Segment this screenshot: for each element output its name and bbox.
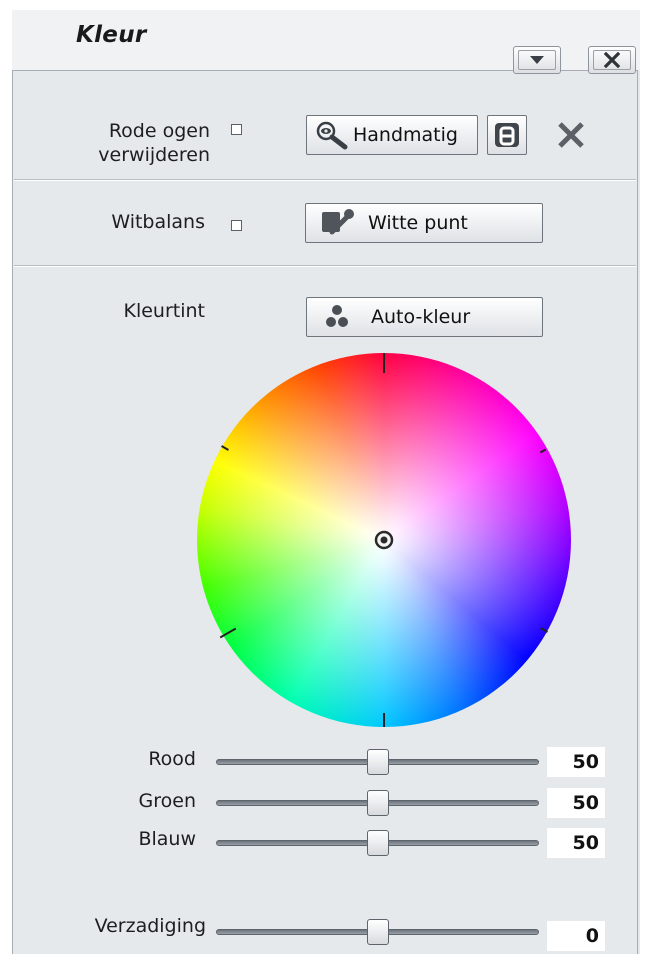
blue-slider-thumb[interactable] — [366, 830, 389, 856]
red-slider-thumb[interactable] — [366, 749, 389, 775]
tint-label: Kleurtint — [123, 300, 205, 322]
red-eye-checkbox[interactable] — [231, 124, 242, 135]
white-balance-checkbox[interactable] — [231, 220, 242, 231]
magnifier-eye-icon — [313, 120, 353, 150]
auto-color-label: Auto-kleur — [371, 306, 471, 328]
chevron-down-icon — [530, 56, 544, 64]
blue-value[interactable]: 50 — [547, 828, 605, 858]
eyedropper-icon — [316, 208, 360, 238]
reset-button[interactable] — [556, 120, 586, 150]
red-eye-label-line2: verwijderen — [98, 144, 210, 166]
collapse-button[interactable] — [513, 46, 561, 74]
red-eye-label: Rode ogen verwijderen — [60, 119, 210, 167]
green-label: Groen — [138, 790, 196, 812]
auto-a-icon — [495, 123, 519, 147]
panel-title: Kleur — [76, 22, 147, 48]
wheel-tick — [383, 713, 385, 727]
white-balance-label: Witbalans — [111, 211, 205, 233]
saturation-value[interactable]: 0 — [547, 921, 605, 951]
saturation-slider-thumb[interactable] — [366, 919, 389, 945]
blue-label: Blauw — [138, 828, 196, 850]
wheel-center-handle[interactable] — [373, 529, 395, 551]
divider — [14, 265, 636, 267]
divider — [14, 179, 636, 181]
auto-color-button[interactable]: Auto-kleur — [306, 297, 543, 337]
white-point-button[interactable]: Witte punt — [305, 203, 543, 243]
red-label: Rood — [148, 748, 196, 770]
saturation-label: Verzadiging — [94, 915, 206, 937]
close-x-icon — [558, 122, 584, 148]
auto-button[interactable] — [487, 115, 527, 155]
close-panel-button[interactable] — [588, 46, 636, 74]
wheel-tick — [383, 353, 385, 373]
color-dots-icon — [317, 302, 357, 332]
color-wheel[interactable] — [197, 353, 571, 727]
manual-button[interactable]: Handmatig — [306, 115, 478, 155]
red-eye-label-line1: Rode ogen — [108, 120, 210, 142]
green-slider-thumb[interactable] — [366, 790, 389, 816]
manual-button-label: Handmatig — [353, 124, 458, 146]
close-icon — [604, 52, 620, 68]
green-value[interactable]: 50 — [547, 788, 605, 818]
red-value[interactable]: 50 — [547, 747, 605, 777]
white-point-label: Witte punt — [368, 212, 468, 234]
